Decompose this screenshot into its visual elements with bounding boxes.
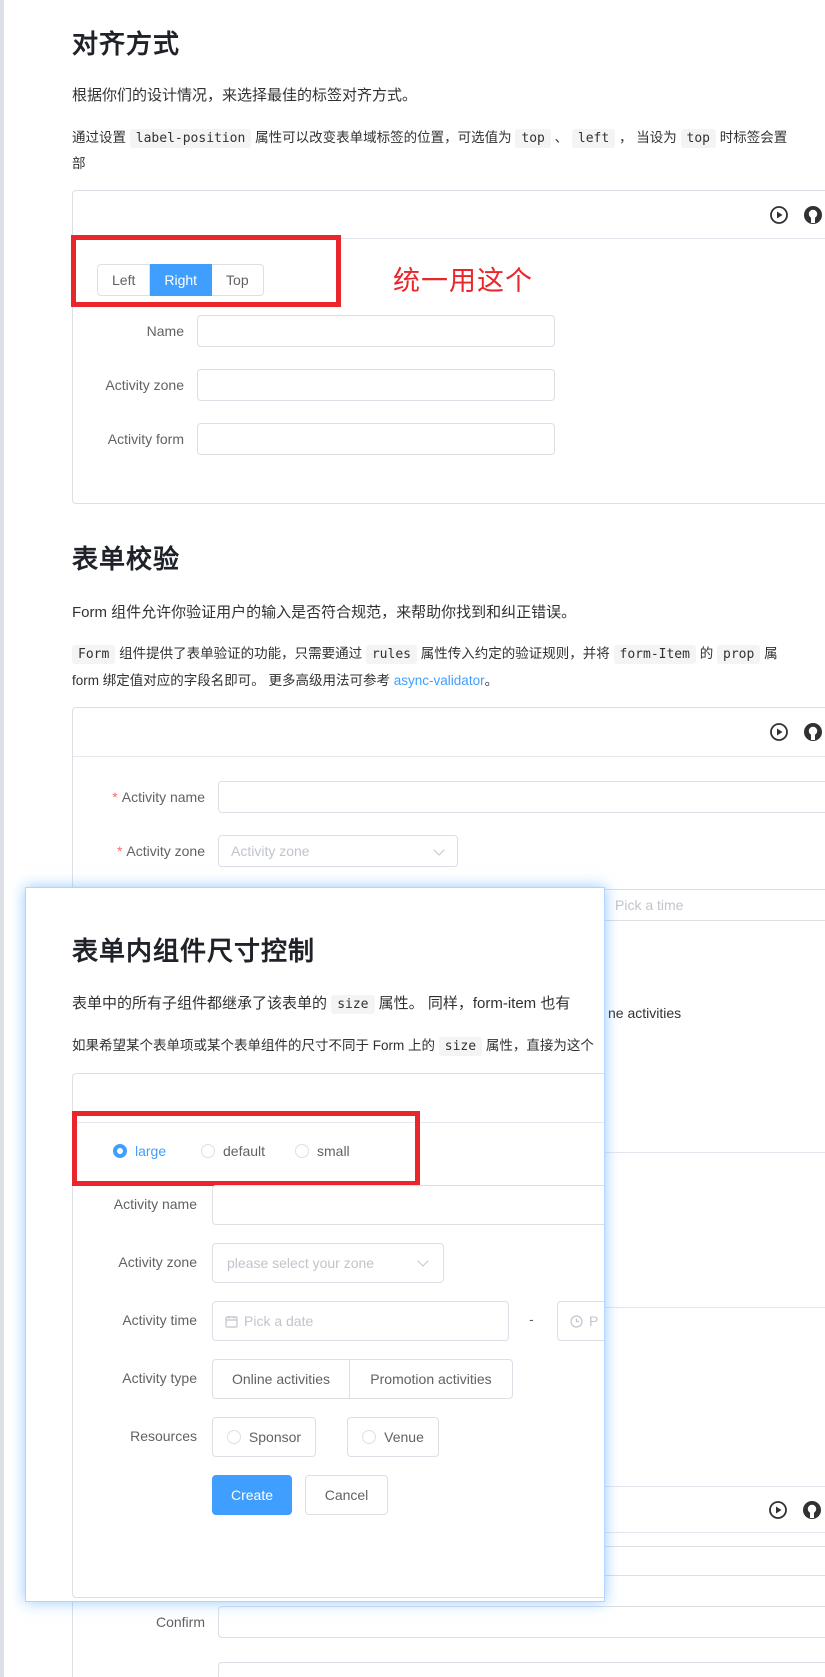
type-promotion-checkbox-button[interactable]: Promotion activities <box>349 1359 513 1399</box>
name-input[interactable] <box>197 315 555 347</box>
type-online-checkbox-button[interactable]: Online activities <box>212 1359 350 1399</box>
size-radio-small[interactable]: small <box>295 1143 350 1159</box>
size-zone-select[interactable]: please select your zone <box>212 1243 444 1283</box>
radio-dot <box>201 1144 215 1158</box>
chevron-down-icon <box>433 844 445 856</box>
demo-toolbar <box>73 191 825 239</box>
validation-zone-select[interactable]: Activity zone <box>218 835 458 867</box>
section-title-validation: 表单校验 <box>72 544 181 574</box>
size-activity-name-label: Activity name <box>113 1196 197 1212</box>
validation-activity-name-label: * Activity name <box>112 789 205 805</box>
resource-sponsor-radio[interactable]: Sponsor <box>212 1417 316 1457</box>
annotation-note: 统一用这个 <box>393 266 533 296</box>
size-detail: 如果希望某个表单项或某个表单组件的尺寸不同于 Form 上的 size 属性，直… <box>72 1037 594 1056</box>
radio-dot <box>362 1430 377 1444</box>
play-circle-icon[interactable] <box>769 722 789 742</box>
validation-activity-name-input[interactable] <box>218 781 825 813</box>
confirm-label: Confirm <box>155 1614 205 1630</box>
alignment-description: 根据你们的设计情况，来选择最佳的标签对齐方式。 <box>72 87 418 104</box>
confirm-input[interactable] <box>218 1606 825 1638</box>
size-control-overlay: 表单内组件尺寸控制 表单中的所有子组件都继承了该表单的 size 属性。 同样，… <box>25 887 605 1602</box>
section-title-alignment: 对齐方式 <box>72 29 181 59</box>
activity-form-input[interactable] <box>197 423 555 455</box>
size-radio-default[interactable]: default <box>201 1143 265 1159</box>
activity-form-label: Activity form <box>107 431 184 447</box>
async-validator-link[interactable]: async-validator <box>394 673 485 688</box>
create-button[interactable]: Create <box>212 1475 292 1515</box>
range-separator: - <box>529 1311 534 1327</box>
section-title-size: 表单内组件尺寸控制 <box>72 936 316 966</box>
activity-zone-input[interactable] <box>197 369 555 401</box>
annotation-highlight-box <box>71 235 341 307</box>
validation-detail-line2: form 绑定值对应的字段名即可。 更多高级用法可参考 async-valida… <box>72 673 499 688</box>
validation-description: Form 组件允许你验证用户的输入是否符合规范，来帮助你找到和纠正错误。 <box>72 604 577 621</box>
radio-dot <box>226 1430 241 1444</box>
validation-time-input[interactable]: Pick a time <box>582 889 825 921</box>
page-scroll-edge <box>0 0 4 1677</box>
alignment-detail-wrap: 部 <box>72 156 86 171</box>
radio-dot <box>113 1144 127 1158</box>
play-circle-icon[interactable] <box>769 205 789 225</box>
play-circle-icon[interactable] <box>768 1500 788 1520</box>
size-activity-zone-label: Activity zone <box>118 1254 197 1270</box>
activity-zone-label: Activity zone <box>105 377 184 393</box>
size-activity-type-label: Activity type <box>122 1370 197 1386</box>
calendar-icon <box>225 1315 238 1328</box>
cancel-button[interactable]: Cancel <box>305 1475 388 1515</box>
size-date-picker[interactable]: Pick a date <box>212 1301 509 1341</box>
alignment-detail: 通过设置 label-position 属性可以改变表单域标签的位置，可选值为 … <box>72 129 788 148</box>
validation-activity-zone-label: * Activity zone <box>116 843 205 859</box>
github-icon[interactable] <box>803 205 823 225</box>
demo-toolbar <box>73 708 825 757</box>
size-activity-time-label: Activity time <box>122 1312 197 1328</box>
validation-detail: Form 组件提供了表单验证的功能，只需要通过 rules 属性传入约定的验证规… <box>72 642 778 664</box>
size-radio-large[interactable]: large <box>113 1143 166 1159</box>
clock-icon <box>570 1314 583 1328</box>
github-icon[interactable] <box>802 1500 822 1520</box>
size-description: 表单中的所有子组件都继承了该表单的 size 属性。 同样，form-item … <box>72 995 571 1014</box>
size-activity-name-input[interactable] <box>212 1185 604 1225</box>
extra-input[interactable] <box>218 1662 825 1677</box>
github-icon[interactable] <box>803 722 823 742</box>
size-time-picker[interactable]: P <box>557 1301 604 1341</box>
radio-dot <box>295 1144 309 1158</box>
validation-type-peek: ne activities <box>608 1005 682 1021</box>
chevron-down-icon <box>417 1255 429 1267</box>
resource-venue-radio[interactable]: Venue <box>347 1417 439 1457</box>
name-label: Name <box>146 323 184 339</box>
size-resources-label: Resources <box>130 1428 197 1444</box>
